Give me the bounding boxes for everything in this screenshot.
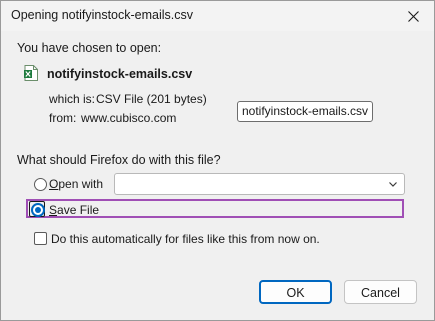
open-with-app-select[interactable] <box>114 173 405 195</box>
save-file-accel: S <box>49 203 58 217</box>
file-source-label: from: <box>49 111 77 125</box>
auto-action-checkbox[interactable] <box>34 232 47 245</box>
intro-text: You have chosen to open: <box>17 41 162 55</box>
save-file-label-rest: ave File <box>57 203 100 217</box>
open-with-radio[interactable] <box>34 178 47 191</box>
close-button[interactable] <box>398 4 428 28</box>
ok-button[interactable]: OK <box>259 280 332 304</box>
open-with-accel: O <box>49 177 59 191</box>
action-question: What should Firefox do with this file? <box>17 153 221 167</box>
save-file-radio-focus <box>29 201 45 217</box>
open-with-label[interactable]: Open with <box>49 177 103 191</box>
filename-tooltip: notifyinstock-emails.csv <box>237 101 374 122</box>
auto-action-label[interactable]: Do this automatically for files like thi… <box>51 232 320 246</box>
file-type-label: which is: <box>49 92 96 106</box>
download-dialog: Opening notifyinstock-emails.csv You hav… <box>0 0 435 321</box>
file-type-value: CSV File (201 bytes) <box>96 92 207 106</box>
chevron-down-icon <box>389 182 397 187</box>
file-name: notifyinstock-emails.csv <box>47 67 193 81</box>
cancel-button[interactable]: Cancel <box>344 280 417 304</box>
title-bar: Opening notifyinstock-emails.csv <box>1 1 434 31</box>
save-file-radio[interactable] <box>31 203 45 217</box>
save-file-label[interactable]: Save File <box>49 203 99 217</box>
csv-file-icon <box>24 65 38 81</box>
open-with-label-rest: pen with <box>58 177 104 191</box>
dialog-title: Opening notifyinstock-emails.csv <box>11 8 194 22</box>
close-icon <box>407 10 419 22</box>
file-source-value: www.cubisco.com <box>81 111 177 125</box>
